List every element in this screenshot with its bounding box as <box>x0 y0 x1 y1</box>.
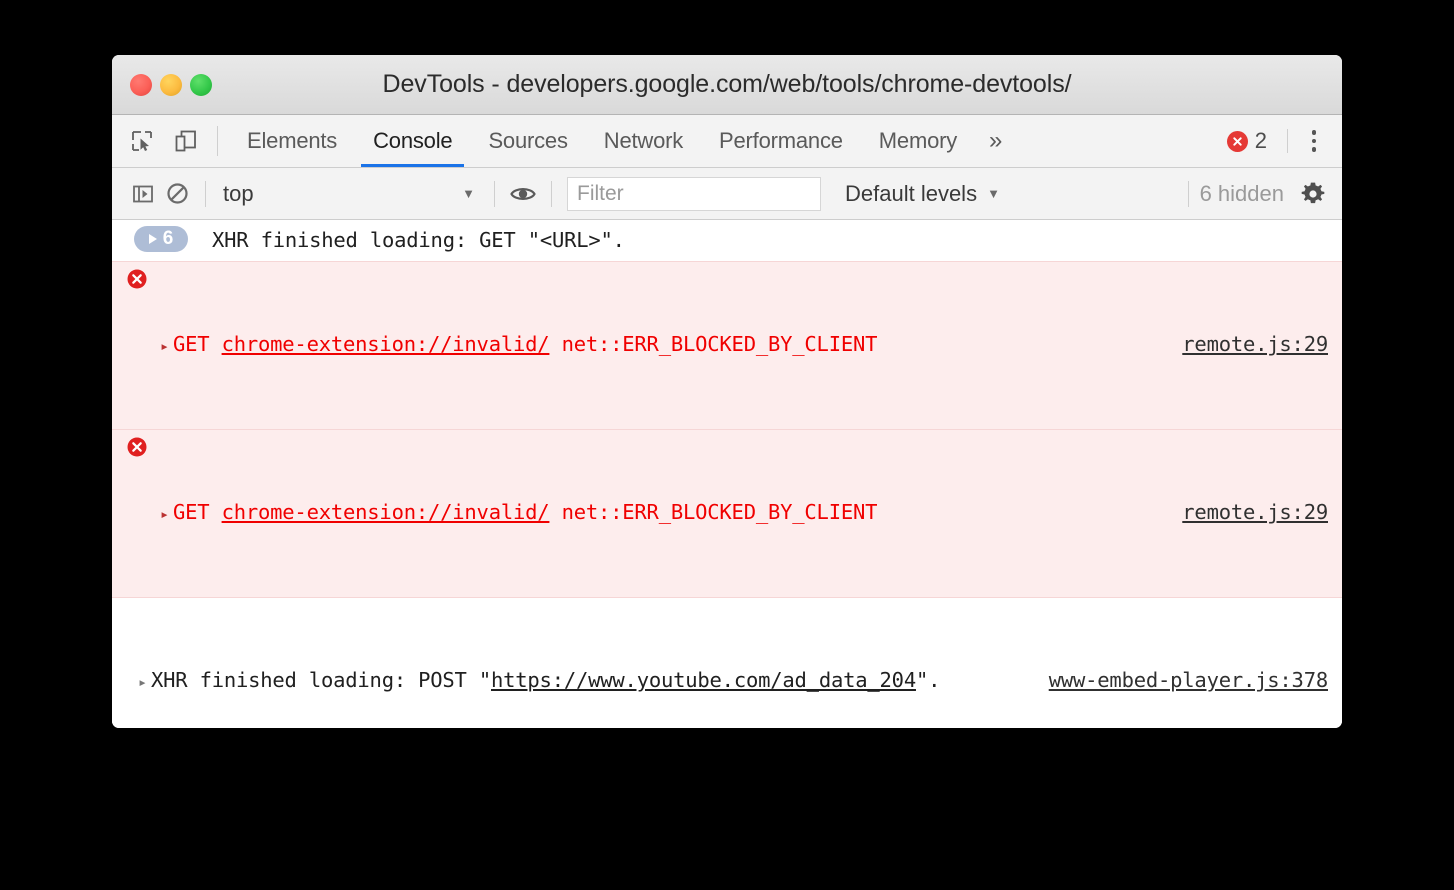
console-toolbar: top ▼ Filter Default levels ▼ 6 hidden <box>112 168 1342 220</box>
message-suffix: ". <box>915 668 941 692</box>
chevron-down-icon-levels: ▼ <box>987 186 1000 201</box>
log-levels-value: Default levels <box>845 180 978 206</box>
panel-tabs: Elements Console Sources Network Perform… <box>229 115 1217 167</box>
expand-triangle-icon[interactable]: ▸ <box>138 667 151 698</box>
toolbar-divider-4 <box>1187 180 1189 207</box>
source-link[interactable]: www-embed-player.js:378 <box>1049 665 1328 696</box>
window-title: DevTools - developers.google.com/web/too… <box>382 70 1072 98</box>
close-button[interactable] <box>130 73 152 96</box>
error-method: GET <box>173 500 222 524</box>
tab-memory[interactable]: Memory <box>861 115 975 167</box>
console-message-list[interactable]: 6 XHR finished loading: GET "<URL>". ▸ GE… <box>112 220 1342 728</box>
execution-context-select[interactable]: top ▼ <box>217 181 483 207</box>
error-method: GET <box>173 332 222 356</box>
log-levels-select[interactable]: Default levels ▼ <box>835 181 1010 207</box>
window-titlebar: DevTools - developers.google.com/web/too… <box>112 55 1342 115</box>
live-expression-eye-icon[interactable] <box>506 177 540 211</box>
message-url[interactable]: https://www.youtube.com/ad_data_204 <box>491 668 916 692</box>
devtools-window: DevTools - developers.google.com/web/too… <box>112 55 1342 728</box>
console-message-error[interactable]: ▸ GET chrome-extension://invalid/ net::ER… <box>112 429 1342 598</box>
expand-triangle-icon[interactable]: ▸ <box>160 499 173 530</box>
info-message-text: ▸ XHR finished loading: POST "https://www… <box>138 665 1035 698</box>
tab-elements[interactable]: Elements <box>229 115 355 167</box>
maximize-button[interactable] <box>190 73 212 96</box>
console-message-info[interactable]: ▸ XHR finished loading: POST "https://www… <box>112 598 1342 728</box>
toolbar-divider-2 <box>494 180 495 207</box>
tabbar-right-divider <box>1287 129 1288 153</box>
settings-gear-icon[interactable] <box>1296 177 1330 211</box>
device-toolbar-icon[interactable] <box>170 125 202 157</box>
error-detail: net::ERR_BLOCKED_BY_CLIENT <box>549 500 878 524</box>
tabbar-right-controls: 2 <box>1217 115 1342 167</box>
tab-sources[interactable]: Sources <box>470 115 585 167</box>
source-link[interactable]: remote.js:29 <box>1182 329 1328 360</box>
kebab-menu-icon[interactable] <box>1298 125 1330 157</box>
error-message-text: ▸ GET chrome-extension://invalid/ net::ER… <box>160 497 1168 530</box>
inspect-element-icon[interactable] <box>126 125 158 157</box>
error-url[interactable]: chrome-extension://invalid/ <box>222 332 550 356</box>
tabbar-divider <box>217 126 218 156</box>
tabbar-tool-icons <box>112 115 202 167</box>
traffic-light-buttons <box>130 73 212 96</box>
error-count-badge[interactable]: 2 <box>1217 128 1277 154</box>
hidden-messages-count: 6 hidden <box>1199 180 1284 206</box>
console-message-error[interactable]: ▸ GET chrome-extension://invalid/ net::ER… <box>112 261 1342 430</box>
tab-performance[interactable]: Performance <box>701 115 861 167</box>
chevron-down-icon: ▼ <box>462 186 475 201</box>
minimize-button[interactable] <box>160 73 182 96</box>
error-circle-icon <box>1226 130 1248 152</box>
console-sidebar-icon[interactable] <box>126 177 160 211</box>
console-message-text: XHR finished loading: GET "<URL>". <box>212 228 625 252</box>
error-url[interactable]: chrome-extension://invalid/ <box>222 500 550 524</box>
filter-input[interactable]: Filter <box>567 176 821 211</box>
expand-triangle-icon[interactable]: ▸ <box>160 331 173 362</box>
source-link[interactable]: remote.js:29 <box>1182 497 1328 528</box>
toolbar-divider-3 <box>551 180 552 207</box>
error-count-label: 2 <box>1254 128 1267 153</box>
clear-console-icon[interactable] <box>160 177 194 211</box>
tab-network[interactable]: Network <box>586 115 701 167</box>
tab-console[interactable]: Console <box>355 115 470 167</box>
error-message-text: ▸ GET chrome-extension://invalid/ net::ER… <box>160 329 1168 362</box>
message-prefix: XHR finished loading: POST " <box>151 668 491 692</box>
console-message-group[interactable]: 6 XHR finished loading: GET "<URL>". <box>112 220 1342 262</box>
more-tabs-button[interactable]: » <box>975 115 1016 167</box>
devtools-tabbar: Elements Console Sources Network Perform… <box>112 115 1342 168</box>
error-detail: net::ERR_BLOCKED_BY_CLIENT <box>549 332 878 356</box>
toolbar-divider-1 <box>205 180 206 207</box>
execution-context-value: top <box>223 180 254 206</box>
